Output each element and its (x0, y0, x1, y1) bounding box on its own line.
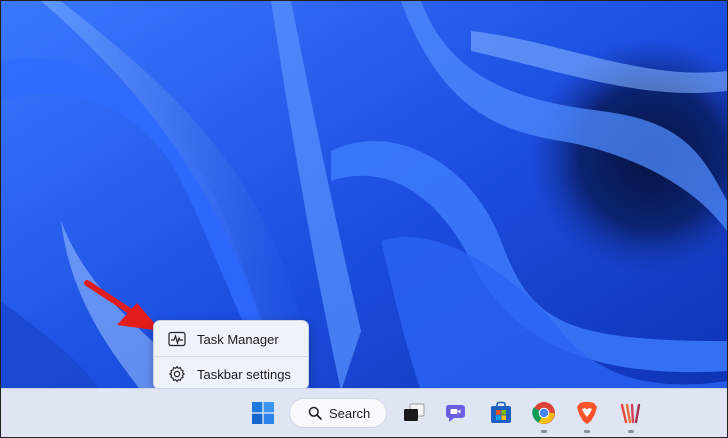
running-indicator (628, 430, 634, 433)
taskbar-search-box[interactable]: Search (289, 398, 387, 428)
task-manager-icon (167, 329, 187, 349)
search-label: Search (329, 405, 371, 421)
taskbar: Search (1, 388, 727, 437)
microsoft-store-button[interactable] (484, 396, 518, 430)
running-indicator (584, 430, 590, 433)
menu-item-taskbar-settings[interactable]: Taskbar settings (158, 359, 304, 389)
start-button[interactable] (246, 396, 280, 430)
menu-item-label: Task Manager (197, 331, 279, 347)
brave-button[interactable] (570, 396, 604, 433)
app-button[interactable] (614, 396, 648, 433)
screen: Task Manager Taskbar settings Search (0, 0, 728, 438)
stripes-app-icon (620, 403, 641, 424)
chrome-icon (532, 402, 555, 424)
chrome-button[interactable] (527, 396, 561, 433)
task-view-button[interactable] (397, 396, 431, 430)
brave-icon (577, 402, 597, 424)
task-view-icon (404, 403, 425, 421)
store-icon (491, 401, 511, 423)
menu-divider (154, 356, 308, 357)
teams-chat-button[interactable] (440, 396, 474, 430)
menu-item-label: Taskbar settings (197, 366, 291, 382)
running-indicator (541, 430, 547, 433)
windows-logo-icon (252, 402, 274, 424)
search-icon (308, 406, 322, 420)
teams-chat-icon (445, 405, 465, 422)
gear-icon (167, 364, 187, 384)
taskbar-context-menu: Task Manager Taskbar settings (153, 320, 309, 390)
menu-item-task-manager[interactable]: Task Manager (158, 324, 304, 354)
annotation-arrow (84, 280, 161, 331)
